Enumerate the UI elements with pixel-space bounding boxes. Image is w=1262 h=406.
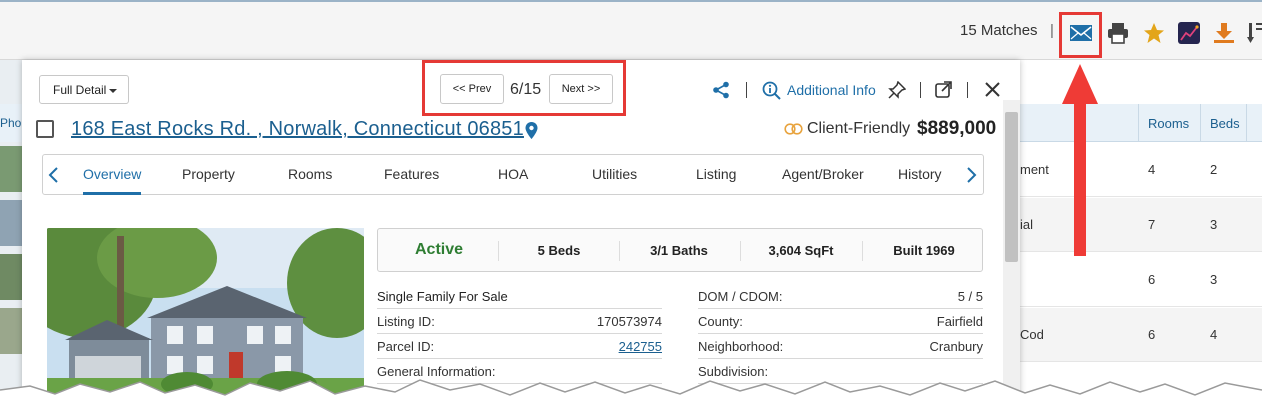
client-friendly-icon: [784, 123, 803, 135]
email-highlight-box: [1059, 12, 1102, 58]
background-left-header-label: Pho: [0, 116, 22, 130]
caret-down-icon: [109, 88, 118, 93]
parcel-id-link[interactable]: 242755: [619, 339, 662, 354]
divider: [740, 241, 741, 261]
next-button[interactable]: Next >>: [549, 74, 613, 104]
tab-agent-broker[interactable]: Agent/Broker: [782, 166, 864, 182]
listing-id-label: Listing ID:: [377, 314, 435, 329]
table-row[interactable]: ial 7 3: [1020, 198, 1262, 252]
neighborhood-value: Cranbury: [929, 339, 983, 354]
tab-hoa[interactable]: HOA: [498, 166, 528, 182]
download-icon[interactable]: [1212, 22, 1236, 44]
tab-rooms[interactable]: Rooms: [288, 166, 332, 182]
table-cell-style: ial: [1020, 217, 1034, 232]
divider: [862, 241, 863, 261]
listing-id-value: 170573974: [596, 314, 662, 329]
listing-id-row: Listing ID: 170573974: [377, 309, 662, 334]
pager-position: 6/15: [510, 81, 542, 98]
background-thumbnail: [0, 146, 22, 192]
column-header-beds[interactable]: Beds: [1210, 116, 1240, 131]
prev-button[interactable]: << Prev: [440, 74, 504, 104]
table-cell-rooms: 6: [1148, 327, 1156, 342]
dom-value: 5 / 5: [957, 289, 983, 304]
tabs-scroll-right-icon[interactable]: [964, 165, 978, 185]
sqft-stat: 3,604 SqFt: [768, 243, 834, 258]
background-thumbnail: [0, 308, 22, 354]
tab-features[interactable]: Features: [384, 166, 439, 182]
unpin-icon[interactable]: [888, 81, 906, 99]
table-cell-rooms: 7: [1148, 217, 1156, 232]
background-thumbnail: [0, 200, 22, 246]
table-cell-beds: 4: [1210, 327, 1218, 342]
beds-stat: 5 Beds: [537, 243, 581, 258]
print-icon[interactable]: [1106, 22, 1130, 44]
toolbar-separator: |: [1050, 22, 1054, 39]
divider: [967, 82, 968, 98]
table-cell-beds: 3: [1210, 272, 1218, 287]
column-header-rooms[interactable]: Rooms: [1148, 116, 1189, 131]
active-tab-indicator: [83, 192, 141, 195]
star-icon[interactable]: [1142, 22, 1166, 44]
parcel-id-label: Parcel ID:: [377, 339, 435, 354]
tab-history[interactable]: History: [898, 166, 942, 182]
county-row: County: Fairfield: [698, 309, 983, 334]
parcel-id-row: Parcel ID: 242755: [377, 334, 662, 359]
view-mode-dropdown[interactable]: Full Detail: [39, 75, 129, 104]
close-icon[interactable]: [984, 81, 1001, 98]
detail-scrollbar-thumb[interactable]: [1005, 112, 1018, 262]
open-new-window-icon[interactable]: [935, 81, 952, 98]
table-row[interactable]: 6 3: [1020, 253, 1262, 307]
county-value: Fairfield: [936, 314, 983, 329]
background-results-table: Rooms Beds ment 4 2 ial 7 3 6 3 Cod 6 4: [1020, 60, 1262, 406]
matches-count: 15 Matches: [960, 22, 1038, 39]
tab-property[interactable]: Property: [182, 166, 235, 182]
map-pin-icon[interactable]: [525, 122, 538, 140]
tab-utilities[interactable]: Utilities: [592, 166, 637, 182]
dom-label: DOM / CDOM:: [698, 289, 783, 304]
listing-stats-bar: Active 5 Beds 3/1 Baths 3,604 SqFt Built…: [377, 228, 983, 272]
table-row[interactable]: Cod 6 4: [1020, 308, 1262, 362]
dom-row: DOM / CDOM: 5 / 5: [698, 284, 983, 309]
select-listing-checkbox[interactable]: [36, 120, 54, 138]
tab-listing[interactable]: Listing: [696, 166, 736, 182]
background-left-header: Pho: [0, 104, 22, 142]
table-cell-beds: 3: [1210, 217, 1218, 232]
listing-address-link[interactable]: 168 East Rocks Rd. , Norwalk, Connecticu…: [71, 118, 524, 141]
status-badge: Active: [414, 241, 464, 258]
table-cell-rooms: 4: [1148, 162, 1156, 177]
additional-info-link[interactable]: Additional Info: [787, 82, 876, 98]
tabs-scroll-left-icon[interactable]: [47, 165, 61, 185]
neighborhood-label: Neighborhood:: [698, 339, 784, 354]
table-cell-beds: 2: [1210, 162, 1218, 177]
divider: [920, 82, 921, 98]
baths-stat: 3/1 Baths: [650, 243, 708, 258]
background-thumbnail: [0, 254, 22, 300]
divider: [746, 82, 747, 98]
county-label: County:: [698, 314, 743, 329]
top-toolbar: 15 Matches |: [0, 0, 1262, 60]
view-mode-label: Full Detail: [53, 83, 107, 97]
annotation-arrow-icon: [1062, 64, 1098, 256]
property-type-row: Single Family For Sale: [377, 284, 662, 309]
listing-detail-panel: Full Detail << Prev 6/15 Next >> Additio…: [22, 60, 1020, 406]
torn-edge-decoration: [0, 379, 1262, 406]
table-cell-style: Cod: [1020, 327, 1044, 342]
background-table-header: Rooms Beds: [1020, 104, 1262, 142]
client-friendly-label: Client-Friendly: [807, 120, 911, 137]
share-icon[interactable]: [712, 81, 730, 99]
divider: [619, 241, 620, 261]
year-built-stat: Built 1969: [893, 243, 955, 258]
divider: [498, 241, 499, 261]
listing-price: $889,000: [917, 118, 997, 139]
sort-icon[interactable]: [1247, 22, 1262, 44]
tab-overview[interactable]: Overview: [83, 166, 141, 182]
detail-tabs: Overview Property Rooms Features HOA Uti…: [42, 154, 984, 195]
property-type: Single Family For Sale: [377, 289, 508, 304]
info-search-icon[interactable]: [762, 81, 781, 100]
table-cell-style: ment: [1020, 162, 1049, 177]
chart-icon[interactable]: [1177, 22, 1201, 44]
neighborhood-row: Neighborhood: Cranbury: [698, 334, 983, 359]
table-row[interactable]: ment 4 2: [1020, 143, 1262, 197]
table-cell-rooms: 6: [1148, 272, 1156, 287]
